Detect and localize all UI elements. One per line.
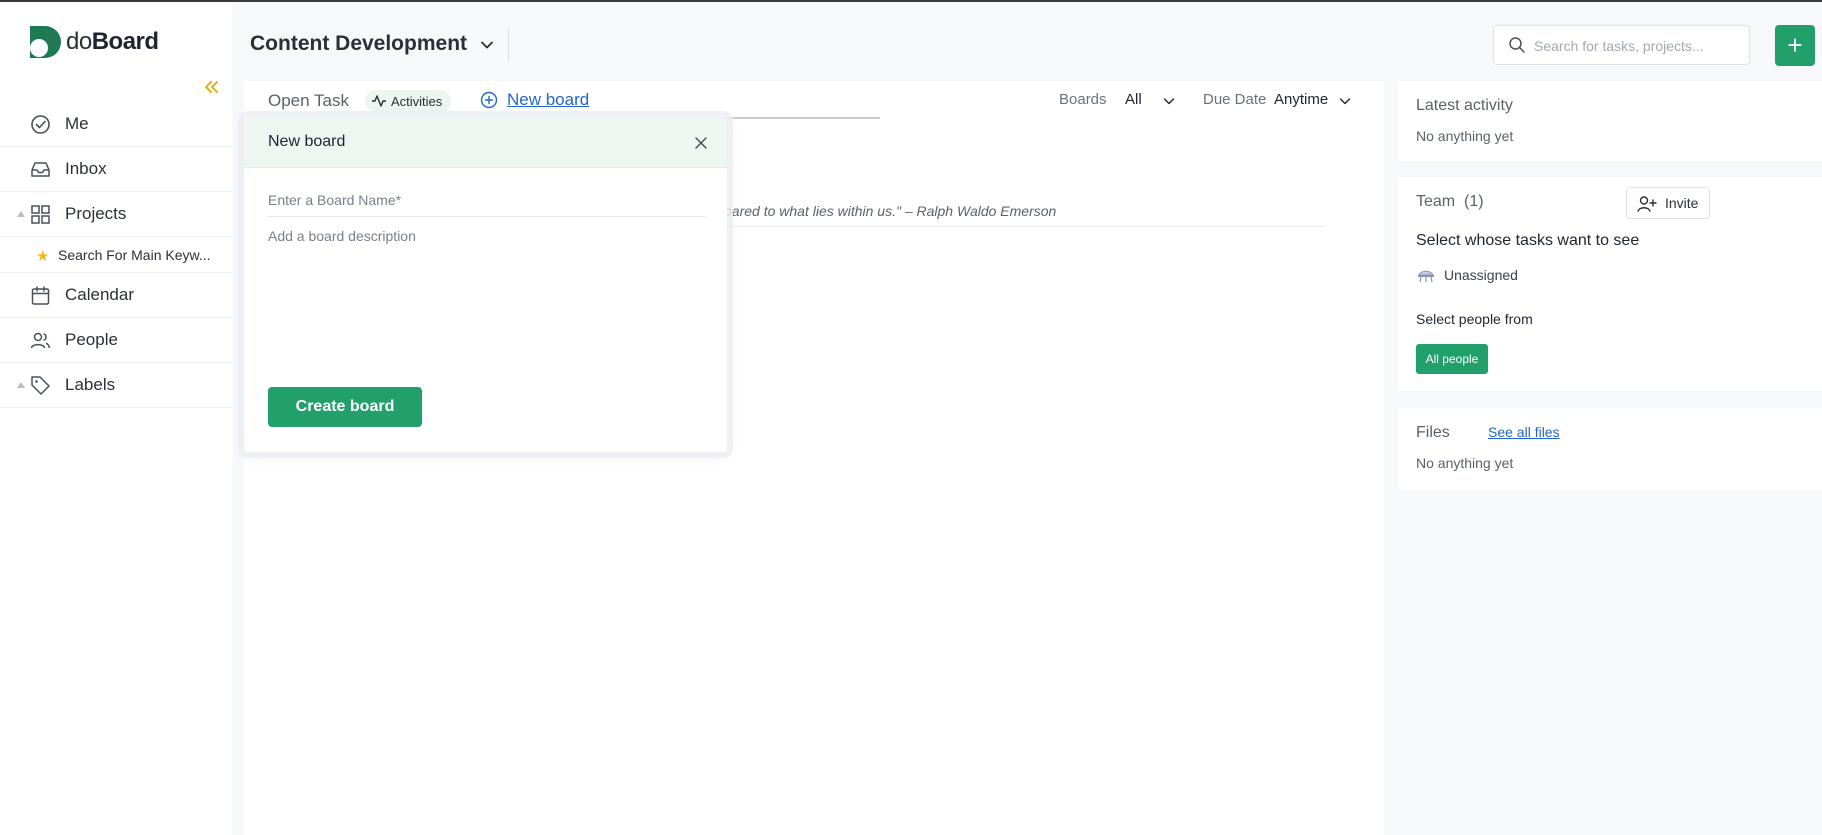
chevron-down-icon[interactable] [478,36,496,54]
sidebar-item-me[interactable]: Me [0,102,232,147]
unassigned-option[interactable]: Unassigned [1416,266,1518,284]
check-circle-icon [31,115,50,134]
invite-button[interactable]: Invite [1626,187,1710,219]
unassigned-label: Unassigned [1444,267,1518,283]
sidebar-item-label: Calendar [65,285,134,304]
sidebar-item-labels[interactable]: Labels [0,363,232,408]
star-icon[interactable]: ★ [36,247,49,265]
boards-filter-value[interactable]: All [1125,91,1142,108]
team-title: Team (1) [1416,193,1484,211]
latest-activity-card: Latest activity No anything yet [1398,81,1822,161]
header-divider [508,29,509,61]
latest-activity-empty: No anything yet [1416,128,1514,144]
files-title: Files [1416,424,1450,441]
latest-activity-title: Latest activity [1416,97,1513,114]
tag-icon [31,376,50,395]
logo-suffix: Board [91,28,159,55]
project-title[interactable]: Content Development [250,32,467,56]
add-button[interactable]: + [1775,25,1815,66]
team-card: Team (1) Invite Select whose tasks want … [1398,177,1822,391]
grid-icon [31,205,50,224]
board-description-input[interactable] [268,228,706,368]
search-input[interactable] [1534,34,1739,58]
motivational-quote: pared to what lies within us." – Ralph W… [724,203,1057,219]
activities-button[interactable]: Activities [365,90,452,112]
due-date-filter-value[interactable]: Anytime [1274,91,1328,108]
sidebar-item-label: Labels [65,375,116,394]
modal-header: New board [244,117,727,168]
sidebar-item-inbox[interactable]: Inbox [0,147,232,192]
sidebar-item-label: Inbox [65,159,107,178]
sidebar-item-projects[interactable]: Projects [0,192,232,237]
create-board-button[interactable]: Create board [268,387,422,427]
close-icon[interactable] [693,135,709,151]
activities-label: Activities [391,93,443,109]
search-icon [1509,37,1525,53]
sidebar-item-label: People [65,330,118,349]
add-user-icon [1637,196,1657,212]
modal-title: New board [268,133,346,150]
window-top-border [0,0,1822,2]
calendar-icon [31,286,50,305]
new-board-label: New board [507,90,590,109]
files-empty: No anything yet [1416,455,1514,471]
inbox-icon [31,162,50,177]
tab-open-task[interactable]: Open Task [268,91,349,111]
new-board-modal: New board Create board [244,117,727,452]
search-box [1493,25,1750,65]
team-subtitle: Select whose tasks want to see [1416,232,1640,249]
invite-label: Invite [1665,195,1699,211]
collapse-sidebar-icon[interactable] [200,76,222,98]
unassigned-avatar-icon [1418,270,1434,283]
expand-caret-icon[interactable] [17,211,25,217]
team-count: (1) [1464,193,1484,210]
doboard-logo-icon [30,26,61,58]
chevron-down-icon[interactable] [1337,93,1353,109]
add-circle-icon [480,91,498,109]
sidebar-item-people[interactable]: People [0,318,232,363]
boards-filter-label: Boards [1059,91,1107,108]
all-people-button[interactable]: All people [1416,344,1488,374]
board-toolbar: Open Task Activities New board Boards Al… [244,81,1384,121]
due-date-filter-label: Due Date [1203,91,1267,108]
sidebar-item-calendar[interactable]: Calendar [0,273,232,318]
expand-caret-icon[interactable] [17,382,25,388]
sidebar-project-item[interactable]: ★ Search For Main Keyw... [0,237,232,273]
select-people-from-label: Select people from [1416,311,1533,327]
sidebar-item-label: Projects [65,204,127,223]
people-icon [30,332,51,349]
activity-pulse-icon [372,95,386,107]
sidebar-project-label: Search For Main Keyw... [58,247,211,263]
sidebar-item-label: Me [65,114,89,133]
chevron-down-icon[interactable] [1161,93,1177,109]
sidebar: doBoard Me Inbox Projects ★ Search For M… [0,2,232,835]
new-board-link[interactable]: New board [480,90,589,110]
logo-text: doBoard [66,28,159,56]
board-name-input[interactable] [268,183,706,217]
team-title-text: Team [1416,193,1456,210]
sidebar-nav: Me Inbox Projects ★ Search For Main Keyw… [0,102,232,408]
logo-prefix: do [66,28,92,55]
plus-icon: + [1787,30,1803,60]
app-logo[interactable]: doBoard [30,26,159,58]
see-all-files-link[interactable]: See all files [1488,424,1560,440]
files-card: Files See all files No anything yet [1398,408,1822,490]
